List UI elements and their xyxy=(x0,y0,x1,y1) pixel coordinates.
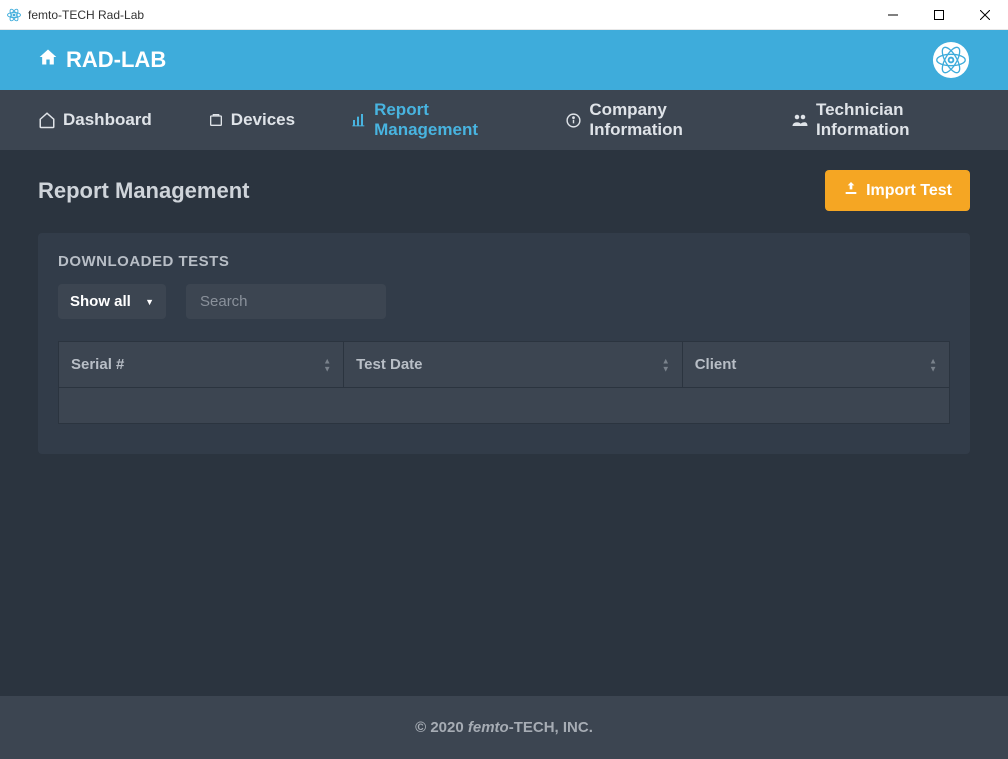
devices-icon xyxy=(208,112,224,128)
column-label: Client xyxy=(695,356,737,373)
main-nav: Dashboard Devices Report Management Comp… xyxy=(0,90,1008,150)
window-titlebar: femto-TECH Rad-Lab xyxy=(0,0,1008,30)
column-header-test-date[interactable]: Test Date ▲▼ xyxy=(344,342,683,388)
app-header: RAD-LAB xyxy=(0,30,1008,90)
empty-row xyxy=(59,388,950,424)
close-button[interactable] xyxy=(962,0,1008,30)
main-content: Report Management Import Test DOWNLOADED… xyxy=(0,150,1008,696)
panel-title: DOWNLOADED TESTS xyxy=(58,253,950,270)
column-header-client[interactable]: Client ▲▼ xyxy=(682,342,949,388)
window-title: femto-TECH Rad-Lab xyxy=(28,8,144,22)
footer: © 2020 femto-TECH, INC. xyxy=(0,696,1008,759)
nav-company-information[interactable]: Company Information xyxy=(565,100,735,140)
sort-icon: ▲▼ xyxy=(929,357,937,372)
atom-logo-icon xyxy=(932,41,970,79)
filter-select[interactable]: Show all ▼ xyxy=(58,284,166,319)
minimize-button[interactable] xyxy=(870,0,916,30)
page-title: Report Management xyxy=(38,178,249,204)
home-icon xyxy=(38,47,58,73)
users-icon xyxy=(791,111,809,129)
filter-selected-value: Show all xyxy=(70,293,131,310)
nav-label: Report Management xyxy=(374,100,509,140)
column-header-serial[interactable]: Serial # ▲▼ xyxy=(59,342,344,388)
sort-icon: ▲▼ xyxy=(323,357,331,372)
tests-table: Serial # ▲▼ Test Date ▲▼ Client ▲▼ xyxy=(58,341,950,424)
copyright: © 2020 femto-TECH, INC. xyxy=(415,719,593,736)
app-icon xyxy=(6,7,22,23)
maximize-button[interactable] xyxy=(916,0,962,30)
downloaded-tests-panel: DOWNLOADED TESTS Show all ▼ Serial # ▲▼ … xyxy=(38,233,970,454)
nav-label: Company Information xyxy=(589,100,735,140)
brand[interactable]: RAD-LAB xyxy=(38,47,166,73)
column-label: Serial # xyxy=(71,356,124,373)
import-test-button[interactable]: Import Test xyxy=(825,170,970,211)
upload-icon xyxy=(843,180,859,201)
sort-icon: ▲▼ xyxy=(662,357,670,372)
nav-label: Technician Information xyxy=(816,100,970,140)
import-button-label: Import Test xyxy=(866,182,952,200)
chart-icon xyxy=(351,112,367,128)
nav-dashboard[interactable]: Dashboard xyxy=(38,110,152,130)
nav-technician-information[interactable]: Technician Information xyxy=(791,100,970,140)
nav-label: Devices xyxy=(231,110,295,130)
column-label: Test Date xyxy=(356,356,422,373)
chevron-down-icon: ▼ xyxy=(145,297,154,307)
dashboard-icon xyxy=(38,111,56,129)
info-icon xyxy=(565,112,582,129)
nav-label: Dashboard xyxy=(63,110,152,130)
brand-text: RAD-LAB xyxy=(66,47,166,73)
nav-report-management[interactable]: Report Management xyxy=(351,100,509,140)
nav-devices[interactable]: Devices xyxy=(208,110,295,130)
search-input[interactable] xyxy=(186,284,386,319)
